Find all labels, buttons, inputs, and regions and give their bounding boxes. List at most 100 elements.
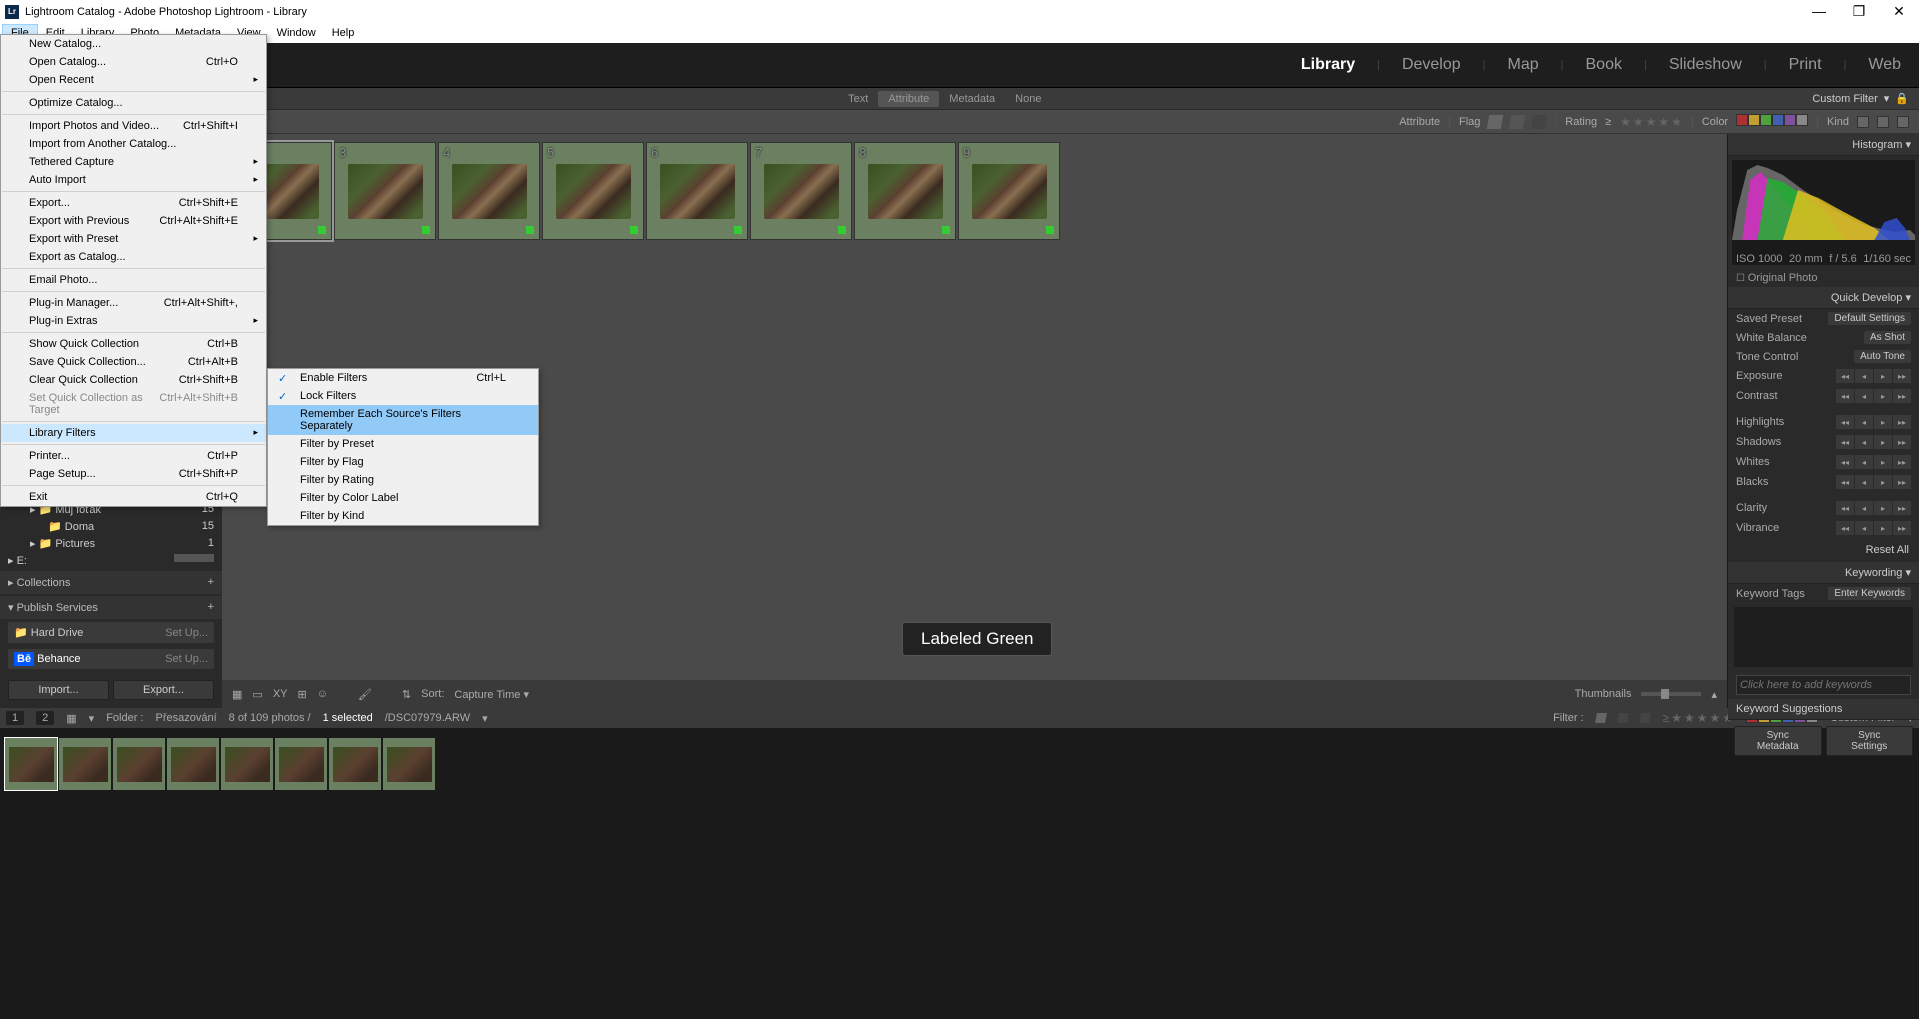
menu-item[interactable]: Save Quick Collection...Ctrl+Alt+B bbox=[1, 353, 266, 371]
menu-item[interactable]: Printer...Ctrl+P bbox=[1, 447, 266, 465]
sort-dir-icon[interactable]: ⇅ bbox=[402, 688, 411, 701]
menu-help[interactable]: Help bbox=[324, 25, 363, 41]
submenu-item[interactable]: Filter by Preset bbox=[268, 435, 538, 453]
menu-item[interactable]: Page Setup...Ctrl+Shift+P bbox=[1, 465, 266, 483]
filmstrip-thumb[interactable] bbox=[383, 738, 435, 790]
thumb-size-slider[interactable] bbox=[1641, 692, 1701, 696]
flag-reject-icon[interactable] bbox=[1531, 115, 1547, 129]
menu-item[interactable]: New Catalog... bbox=[1, 35, 266, 53]
keyword-tags[interactable]: Keyword TagsEnter Keywords bbox=[1728, 584, 1919, 603]
quickdevelop-header[interactable]: Quick Develop ▾ bbox=[1728, 287, 1919, 309]
filmstrip-thumb[interactable] bbox=[5, 738, 57, 790]
publish-section[interactable]: ▾ Publish Services+ bbox=[0, 596, 222, 619]
compare-view-icon[interactable]: XY bbox=[273, 688, 288, 700]
flag-pick-icon[interactable] bbox=[1487, 115, 1503, 129]
export-button[interactable]: Export... bbox=[113, 680, 214, 700]
status-flag-icon[interactable] bbox=[1617, 713, 1629, 723]
minimize-button[interactable]: — bbox=[1804, 3, 1834, 20]
submenu-item[interactable]: Enable FiltersCtrl+L bbox=[268, 369, 538, 387]
rating-op[interactable]: ≥ bbox=[1605, 116, 1611, 128]
module-slideshow[interactable]: Slideshow bbox=[1669, 56, 1742, 74]
thumbnail[interactable]: 9 bbox=[958, 142, 1060, 240]
filter-chip-metadata[interactable]: Metadata bbox=[939, 91, 1005, 107]
menu-item[interactable]: Set Quick Collection as TargetCtrl+Alt+S… bbox=[1, 389, 266, 419]
thumbnail[interactable]: 8 bbox=[854, 142, 956, 240]
loupe-view-icon[interactable]: ▭ bbox=[252, 688, 262, 701]
color-swatch[interactable] bbox=[1796, 114, 1808, 126]
submenu-item[interactable]: Filter by Color Label bbox=[268, 489, 538, 507]
keywording-header[interactable]: Keywording ▾ bbox=[1728, 562, 1919, 584]
color-swatch[interactable] bbox=[1736, 114, 1748, 126]
flag-unflag-icon[interactable] bbox=[1509, 115, 1525, 129]
color-swatch[interactable] bbox=[1772, 114, 1784, 126]
filmstrip-thumb[interactable] bbox=[167, 738, 219, 790]
custom-filter-dropdown[interactable]: Custom Filter bbox=[1812, 93, 1877, 105]
filmstrip[interactable] bbox=[0, 728, 1919, 800]
thumbnail[interactable]: 6 bbox=[646, 142, 748, 240]
lock-icon[interactable]: 🔒 bbox=[1895, 92, 1909, 105]
publish-harddrive[interactable]: 📁 Hard DriveSet Up... bbox=[8, 622, 214, 643]
drive-e[interactable]: ▸ E: bbox=[0, 552, 222, 569]
module-print[interactable]: Print bbox=[1789, 56, 1822, 74]
menu-item[interactable]: Export as Catalog... bbox=[1, 248, 266, 266]
kind-video-icon[interactable] bbox=[1897, 116, 1909, 128]
color-swatch[interactable] bbox=[1784, 114, 1796, 126]
submenu-item[interactable]: Filter by Kind bbox=[268, 507, 538, 525]
thumbnail[interactable]: 5 bbox=[542, 142, 644, 240]
thumbnail[interactable]: 3 bbox=[334, 142, 436, 240]
status-stars[interactable]: ≥★★★★★ bbox=[1662, 711, 1734, 725]
module-library[interactable]: Library bbox=[1301, 56, 1355, 74]
white-balance[interactable]: White BalanceAs Shot bbox=[1728, 328, 1919, 347]
module-web[interactable]: Web bbox=[1868, 56, 1901, 74]
keyword-suggestions-header[interactable]: Keyword Suggestions bbox=[1728, 699, 1919, 720]
menu-item[interactable]: Plug-in Extras bbox=[1, 312, 266, 330]
status-flag-icon[interactable] bbox=[1595, 713, 1607, 723]
submenu-item[interactable]: Filter by Rating bbox=[268, 471, 538, 489]
submenu-item[interactable]: Remember Each Source's Filters Separatel… bbox=[268, 405, 538, 435]
menu-window[interactable]: Window bbox=[269, 25, 324, 41]
survey-view-icon[interactable]: ⊞ bbox=[298, 688, 307, 701]
filmstrip-thumb[interactable] bbox=[329, 738, 381, 790]
menu-item[interactable]: Open Recent bbox=[1, 71, 266, 89]
menu-item[interactable]: Library Filters bbox=[1, 424, 266, 442]
submenu-item[interactable]: Filter by Flag bbox=[268, 453, 538, 471]
menu-item[interactable]: Export with Preset bbox=[1, 230, 266, 248]
maximize-button[interactable]: ❐ bbox=[1844, 3, 1874, 20]
screen-2-button[interactable]: 2 bbox=[36, 711, 54, 725]
sync-metadata-button[interactable]: Sync Metadata bbox=[1734, 726, 1822, 756]
submenu-item[interactable]: Lock Filters bbox=[268, 387, 538, 405]
chevron-up-icon[interactable]: ▴ bbox=[1711, 688, 1717, 701]
reset-all-button[interactable]: Reset All bbox=[1866, 544, 1909, 556]
grid-view-icon[interactable]: ▦ bbox=[232, 688, 242, 701]
module-map[interactable]: Map bbox=[1508, 56, 1539, 74]
menu-item[interactable]: Open Catalog...Ctrl+O bbox=[1, 53, 266, 71]
menu-item[interactable]: Export...Ctrl+Shift+E bbox=[1, 194, 266, 212]
module-develop[interactable]: Develop bbox=[1402, 56, 1461, 74]
menu-item[interactable]: Import Photos and Video...Ctrl+Shift+I bbox=[1, 117, 266, 135]
keyword-input[interactable] bbox=[1736, 675, 1911, 695]
auto-tone-button[interactable]: Auto Tone bbox=[1854, 350, 1911, 363]
menu-item[interactable]: Auto Import bbox=[1, 171, 266, 189]
menu-item[interactable]: Tethered Capture bbox=[1, 153, 266, 171]
original-photo-toggle[interactable]: ☐ Original Photo bbox=[1728, 269, 1919, 287]
import-button[interactable]: Import... bbox=[8, 680, 109, 700]
menu-item[interactable]: Export with PreviousCtrl+Alt+Shift+E bbox=[1, 212, 266, 230]
folder-doma[interactable]: 📁 Doma15 bbox=[0, 518, 222, 535]
filmstrip-thumb[interactable] bbox=[59, 738, 111, 790]
painter-icon[interactable]: 🖌 bbox=[358, 688, 372, 701]
menu-item[interactable]: Email Photo... bbox=[1, 271, 266, 289]
chevron-down-icon[interactable]: ▾ bbox=[1884, 92, 1890, 105]
thumbnail[interactable]: 7 bbox=[750, 142, 852, 240]
close-button[interactable]: ✕ bbox=[1884, 3, 1914, 20]
keyword-box[interactable] bbox=[1734, 607, 1913, 667]
histogram-header[interactable]: Histogram ▾ bbox=[1728, 134, 1919, 156]
filter-chip-attribute[interactable]: Attribute bbox=[878, 91, 939, 107]
menu-item[interactable]: Clear Quick CollectionCtrl+Shift+B bbox=[1, 371, 266, 389]
kind-master-icon[interactable] bbox=[1857, 116, 1869, 128]
menu-item[interactable]: Optimize Catalog... bbox=[1, 94, 266, 112]
filter-chip-none[interactable]: None bbox=[1005, 91, 1051, 107]
collections-section[interactable]: ▸ Collections+ bbox=[0, 571, 222, 594]
folder-pictures[interactable]: ▸ 📁 Pictures1 bbox=[0, 535, 222, 552]
screen-1-button[interactable]: 1 bbox=[6, 711, 24, 725]
filmstrip-thumb[interactable] bbox=[221, 738, 273, 790]
